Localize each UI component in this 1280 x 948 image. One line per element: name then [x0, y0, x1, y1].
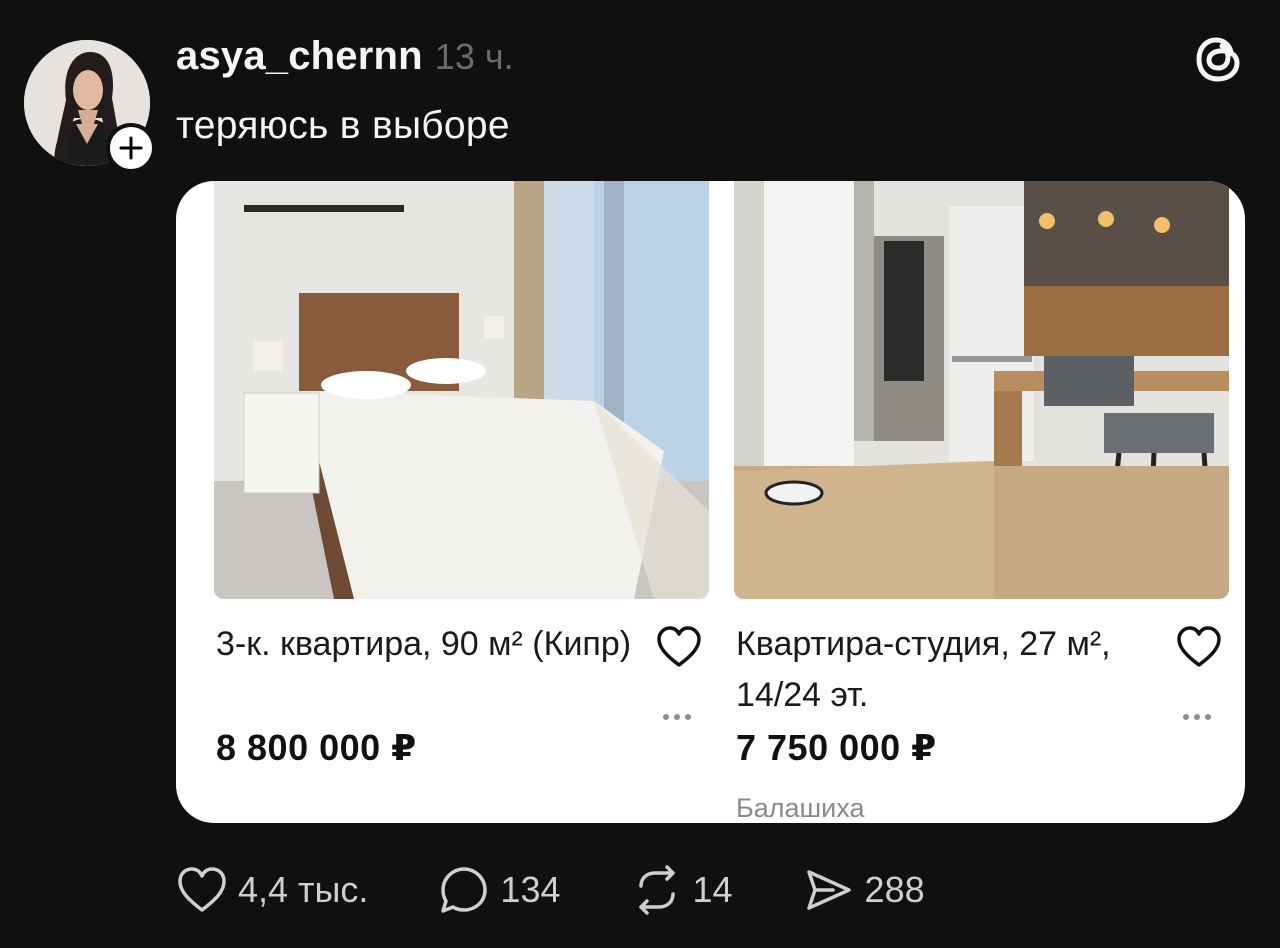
post-actions: 4,4 тыс. 134 14 288 — [176, 862, 995, 918]
repost-count: 14 — [692, 869, 733, 910]
follow-plus-icon — [119, 136, 143, 160]
more-dots-icon[interactable] — [1183, 709, 1217, 725]
listing-title[interactable]: Квартира-студия, 27 м², 14/24 эт. — [736, 619, 1156, 721]
post-time: 13 ч. — [434, 36, 514, 77]
like-button[interactable]: 4,4 тыс. — [176, 864, 368, 916]
share-send-icon — [803, 864, 855, 916]
follow-button[interactable] — [106, 123, 156, 173]
listing-photo-bedroom[interactable] — [214, 181, 709, 599]
heart-icon — [1177, 626, 1221, 667]
listing-card-2[interactable]: Квартира-студия, 27 м², 14/24 эт. 7 750 … — [734, 181, 1229, 823]
post-text: теряюсь в выборе — [176, 104, 510, 147]
listing-price: 8 800 000 ₽ — [216, 727, 417, 768]
listing-location: Балашиха — [736, 793, 865, 823]
like-count: 4,4 тыс. — [238, 869, 369, 910]
repost-button[interactable]: 14 — [631, 864, 733, 916]
listing-card-1[interactable]: 3-к. квартира, 90 м² (Кипр) 8 800 000 ₽ — [214, 181, 709, 823]
share-button[interactable]: 288 — [803, 864, 925, 916]
media-card[interactable]: 3-к. квартира, 90 м² (Кипр) 8 800 000 ₽ — [176, 181, 1245, 823]
listing-price: 7 750 000 ₽ — [736, 727, 937, 768]
listing-title[interactable]: 3-к. квартира, 90 м² (Кипр) — [216, 619, 636, 670]
reply-count: 134 — [500, 869, 561, 910]
listing-photo-studio[interactable] — [734, 181, 1229, 599]
heart-icon — [176, 864, 228, 916]
threads-logo-icon[interactable] — [1193, 31, 1245, 87]
repost-icon — [631, 864, 683, 916]
reply-bubble-icon — [438, 864, 490, 916]
share-count: 288 — [864, 869, 925, 910]
reply-button[interactable]: 134 — [438, 864, 561, 916]
more-dots-icon[interactable] — [663, 709, 697, 725]
heart-icon — [657, 626, 701, 667]
favorite-button[interactable] — [655, 625, 703, 669]
username[interactable]: asya_chernn — [176, 34, 423, 79]
post-header: asya_chernn 13 ч. — [176, 34, 514, 79]
favorite-button[interactable] — [1175, 625, 1223, 669]
